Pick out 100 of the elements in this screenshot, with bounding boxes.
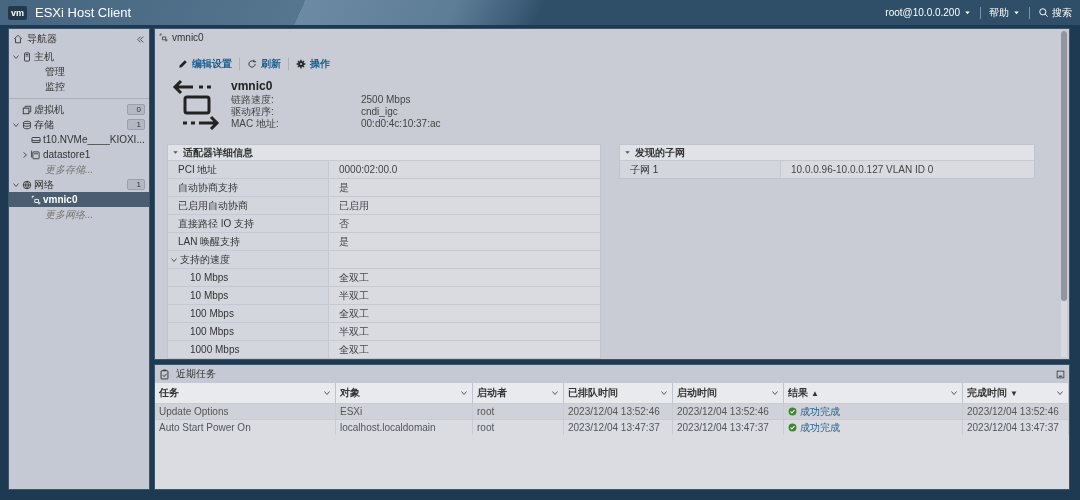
globe-icon: [22, 179, 32, 190]
sort-indicator[interactable]: ▲: [811, 388, 819, 398]
table-cell: root: [477, 406, 495, 417]
table-cell: 2023/12/04 13:52:46: [967, 406, 1059, 417]
column-header[interactable]: 启动者: [473, 383, 564, 403]
panel-title: 发现的子网: [635, 145, 685, 160]
table-cell: Update Options: [159, 406, 229, 417]
chevron-down-icon[interactable]: [323, 389, 331, 397]
column-header[interactable]: 对象: [336, 383, 473, 403]
toolbar-button[interactable]: 刷新: [240, 57, 288, 72]
nic-icon: [159, 32, 168, 42]
nav-item[interactable]: datastore1: [9, 147, 149, 162]
toolbar-button[interactable]: 操作: [289, 57, 337, 72]
chevron-down-icon[interactable]: [12, 180, 20, 189]
column-header[interactable]: 结果 ▲: [784, 383, 963, 403]
chevron-down-icon[interactable]: [660, 389, 668, 397]
toolbar-button[interactable]: 编辑设置: [171, 57, 239, 72]
column-header[interactable]: 任务: [155, 383, 336, 403]
column-header[interactable]: 完成时间 ▼: [963, 383, 1069, 403]
row-label: 10 Mbps: [190, 272, 229, 283]
caret-down-icon: [963, 8, 972, 17]
row-label: PCI 地址: [178, 162, 218, 177]
nav-item[interactable]: t10.NVMe____KIOXI...: [9, 132, 149, 147]
nav-item[interactable]: vmnic0: [9, 192, 149, 207]
row-value: 是: [339, 234, 349, 249]
pencil-icon: [178, 59, 188, 70]
table-cell: Auto Start Power On: [159, 422, 251, 433]
field-value: 00:d0:4c:10:37:ac: [361, 118, 441, 131]
row-value: 0000:02:00.0: [339, 164, 398, 175]
row-value: 半双工: [339, 324, 369, 339]
nav-item[interactable]: 网络 1: [9, 177, 149, 192]
field-label: MAC 地址:: [231, 118, 280, 131]
row-label: 支持的速度: [180, 252, 230, 267]
result-link[interactable]: 成功完成: [800, 420, 840, 435]
caret-down-icon[interactable]: [624, 149, 631, 156]
datastore-icon: [31, 149, 41, 160]
logo: vm: [8, 5, 27, 20]
chevron-down-icon[interactable]: [1056, 389, 1064, 397]
column-header[interactable]: 启动时间: [673, 383, 784, 403]
scrollbar[interactable]: [1061, 31, 1067, 357]
column-header[interactable]: 已排队时间: [564, 383, 673, 403]
clipboard-icon: [159, 368, 170, 380]
panel-title: 适配器详细信息: [183, 145, 253, 160]
server-icon: [22, 51, 32, 62]
check-circle-icon: [788, 423, 797, 432]
panel-title: 近期任务: [176, 367, 217, 381]
chevron-down-icon[interactable]: [950, 389, 958, 397]
nav-item[interactable]: 存储 1: [9, 117, 149, 132]
table-cell: 2023/12/04 13:47:37: [967, 422, 1059, 433]
row-value: 否: [339, 216, 349, 231]
row-label: 子网 1: [630, 162, 659, 177]
row-value: 10.0.0.96-10.0.0.127 VLAN ID 0: [791, 164, 934, 175]
row-label: 已启用自动协商: [178, 198, 248, 213]
table-cell: root: [477, 422, 495, 433]
row-label: 100 Mbps: [190, 326, 234, 337]
user-menu[interactable]: root@10.0.0.200: [885, 7, 972, 18]
count-badge: 1: [127, 179, 145, 190]
chevron-down-icon[interactable]: [460, 389, 468, 397]
help-menu[interactable]: 帮助: [989, 5, 1021, 20]
vm-icon: [22, 104, 32, 115]
table-cell: 2023/12/04 13:47:37: [677, 422, 769, 433]
double-chevron-icon[interactable]: [136, 34, 145, 44]
count-badge: 0: [127, 104, 145, 115]
chevron-down-icon[interactable]: [12, 52, 20, 61]
table-cell: ESXi: [340, 406, 363, 417]
table-cell: localhost.localdomain: [340, 422, 436, 433]
chevron-down-icon[interactable]: [551, 389, 559, 397]
row-label: 1000 Mbps: [190, 344, 240, 355]
row-label: 直接路径 IO 支持: [178, 216, 255, 231]
minimize-window-icon[interactable]: [1056, 369, 1065, 379]
row-label: 自动协商支持: [178, 180, 238, 195]
chevron-down-icon[interactable]: [771, 389, 779, 397]
home-icon: [13, 34, 23, 44]
sort-indicator[interactable]: ▼: [1010, 388, 1018, 398]
row-label: 10 Mbps: [190, 290, 229, 301]
nav-item[interactable]: 管理: [9, 64, 149, 79]
nic-icon: [31, 194, 41, 205]
row-label: 100 Mbps: [190, 308, 234, 319]
caret-down-icon[interactable]: [172, 149, 179, 156]
tab-title: vmnic0: [172, 31, 204, 43]
row-value: 已启用: [339, 198, 369, 213]
table-cell: 2023/12/04 13:47:37: [568, 422, 660, 433]
field-label: 链路速度:: [231, 94, 275, 106]
field-label: 驱动程序:: [231, 106, 275, 118]
search-button[interactable]: 搜索: [1038, 5, 1072, 20]
database-icon: [22, 119, 32, 130]
row-value: 半双工: [339, 288, 369, 303]
nav-item[interactable]: 虚拟机 0: [9, 98, 149, 117]
nav-item[interactable]: 监控: [9, 79, 149, 94]
row-value: 全双工: [339, 306, 369, 321]
nav-item[interactable]: 主机: [9, 49, 149, 64]
chevron-down-icon[interactable]: [12, 120, 20, 129]
field-value: cndi_igc: [361, 106, 399, 119]
table-cell: 2023/12/04 13:52:46: [568, 406, 660, 417]
gear-icon: [296, 59, 306, 70]
row-value: 全双工: [339, 270, 369, 285]
search-icon: [1038, 7, 1049, 18]
chevron-down-icon[interactable]: [170, 255, 178, 264]
chevron-right-icon[interactable]: [21, 150, 29, 159]
app-title: ESXi Host Client: [35, 5, 132, 20]
